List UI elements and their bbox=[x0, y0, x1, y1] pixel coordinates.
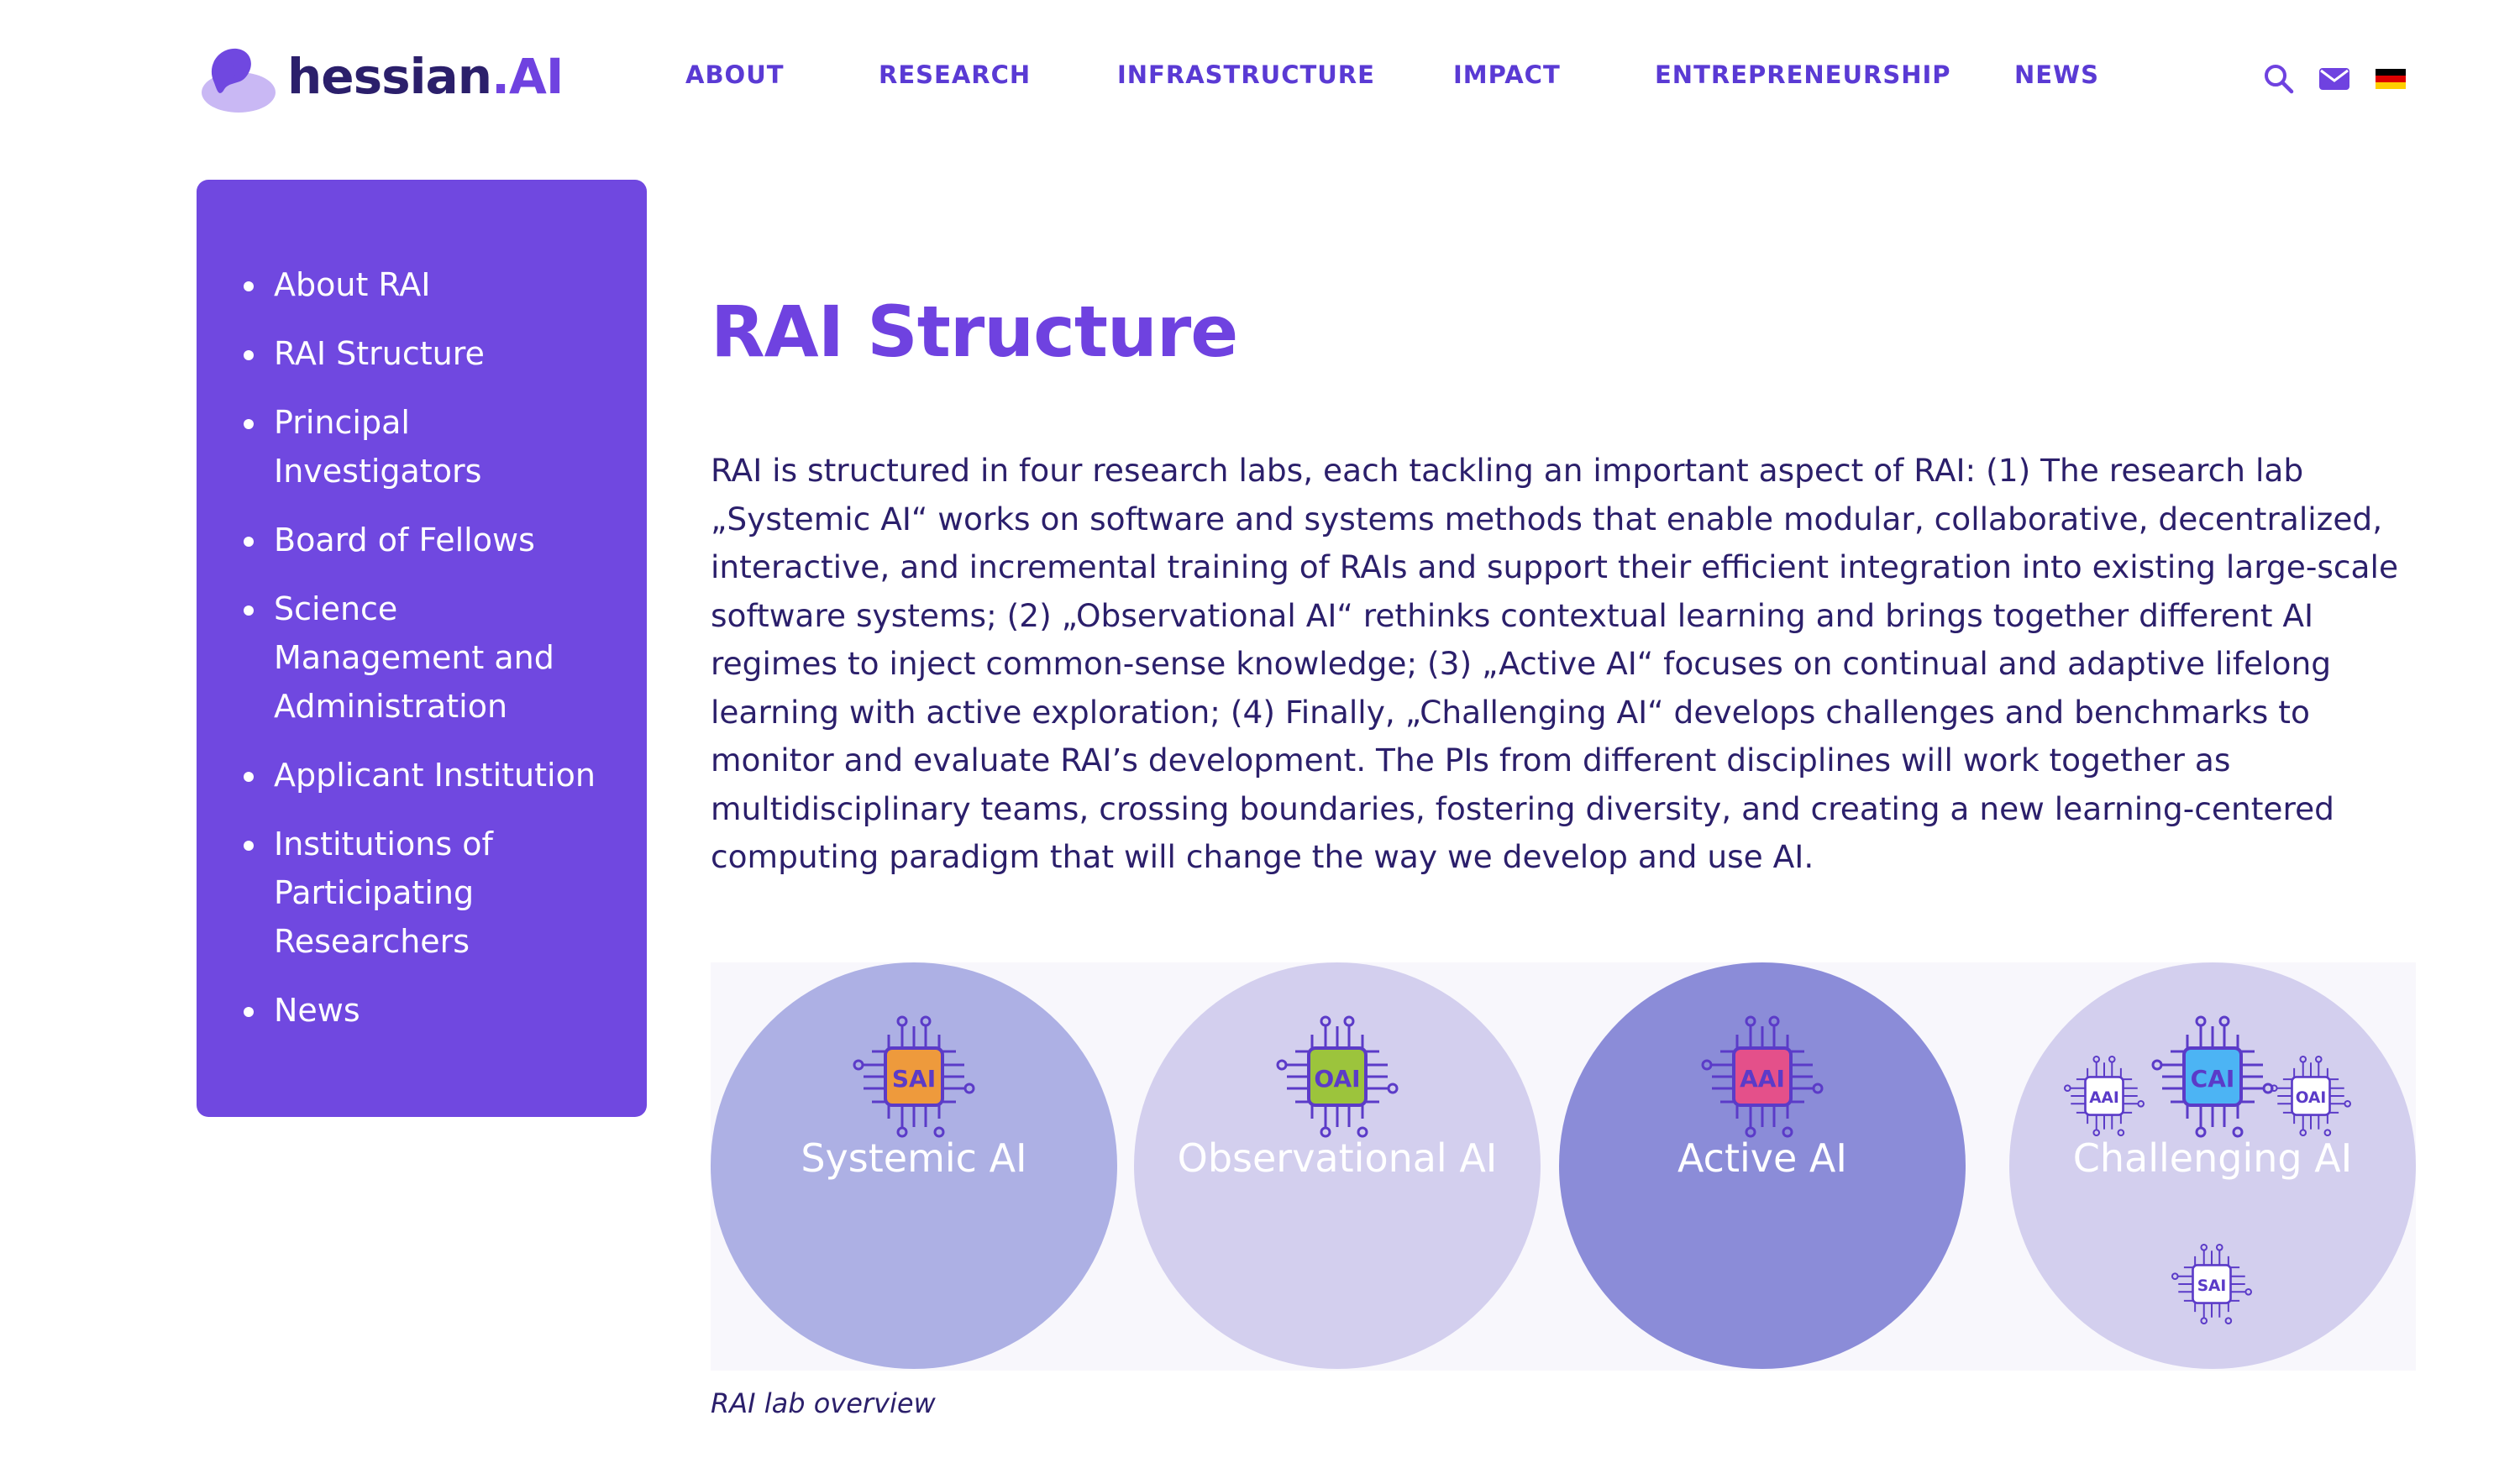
site-header: hessian.AI ABOUT RESEARCH INFRASTRUCTURE… bbox=[0, 0, 2520, 160]
brand-logo[interactable]: hessian.AI bbox=[195, 39, 564, 114]
chip-label: OAI bbox=[2296, 1089, 2327, 1107]
small-sai-chip-icon: SAI bbox=[2171, 1243, 2253, 1325]
brand-name: hessian.AI bbox=[287, 48, 564, 105]
lab-label-challenging-ai: Challenging AI bbox=[2072, 1135, 2353, 1181]
nav-infrastructure[interactable]: INFRASTRUCTURE bbox=[1117, 60, 1375, 89]
german-flag-icon[interactable] bbox=[2376, 60, 2406, 97]
lab-label-systemic-ai: Systemic AI bbox=[801, 1135, 1027, 1181]
main-content: RAI Structure RAI is structured in four … bbox=[711, 286, 2419, 882]
chip-label: SAI bbox=[2197, 1277, 2227, 1295]
sidebar-nav: About RAI RAI Structure Principal Invest… bbox=[197, 180, 647, 1117]
sidebar-item-applicant-institution[interactable]: Applicant Institution bbox=[244, 751, 622, 800]
search-icon[interactable] bbox=[2263, 60, 2295, 97]
sidebar-item-science-management[interactable]: Science Management and Administration bbox=[244, 585, 596, 731]
aai-chip-icon: AAI bbox=[1701, 1015, 1824, 1138]
lab-circle-active-ai: AAI Active AI bbox=[1559, 962, 1966, 1369]
page-title: RAI Structure bbox=[711, 291, 1238, 373]
lab-label-active-ai: Active AI bbox=[1677, 1135, 1847, 1181]
chip-label: OAI bbox=[1314, 1065, 1360, 1093]
cai-chip-icon: CAI bbox=[2151, 1015, 2274, 1138]
lab-circle-systemic-ai: SAI Systemic AI bbox=[711, 962, 1117, 1369]
chip-label: AAI bbox=[1740, 1065, 1785, 1093]
nav-research[interactable]: RESEARCH bbox=[879, 60, 1031, 89]
sidebar-item-about-rai[interactable]: About RAI bbox=[244, 260, 622, 309]
lab-circle-challenging-ai: CAI AAI OAI SAI Challenging AI bbox=[2009, 962, 2416, 1369]
nav-about[interactable]: ABOUT bbox=[685, 60, 785, 89]
nav-news[interactable]: NEWS bbox=[2014, 60, 2099, 89]
mail-icon[interactable] bbox=[2318, 60, 2350, 97]
chip-label: SAI bbox=[892, 1065, 936, 1093]
sidebar-item-board-of-fellows[interactable]: Board of Fellows bbox=[244, 516, 622, 564]
sai-chip-icon: SAI bbox=[853, 1015, 975, 1138]
chip-label: AAI bbox=[2089, 1089, 2119, 1107]
oai-chip-icon: OAI bbox=[1276, 1015, 1399, 1138]
figure-caption: RAI lab overview bbox=[711, 1387, 936, 1419]
chip-label: CAI bbox=[2191, 1065, 2235, 1093]
sidebar-item-participating-institutions[interactable]: Institutions of Participating Researcher… bbox=[244, 820, 546, 966]
intro-paragraph: RAI is structured in four research labs,… bbox=[711, 452, 2399, 875]
lab-label-observational-ai: Observational AI bbox=[1177, 1135, 1498, 1181]
small-aai-chip-icon: AAI bbox=[2063, 1055, 2145, 1137]
nav-impact[interactable]: IMPACT bbox=[1453, 60, 1561, 89]
rai-lab-overview-figure: SAI Systemic AI OAI Observational AI AAI… bbox=[711, 962, 2416, 1371]
lab-circle-observational-ai: OAI Observational AI bbox=[1134, 962, 1541, 1369]
sidebar-item-news[interactable]: News bbox=[244, 986, 622, 1035]
hessian-logo-icon bbox=[202, 48, 276, 113]
sidebar-item-principal-investigators[interactable]: Principal Investigators bbox=[244, 398, 596, 495]
small-oai-chip-icon: OAI bbox=[2270, 1055, 2352, 1137]
nav-entrepreneurship[interactable]: ENTREPRENEURSHIP bbox=[1655, 60, 1951, 89]
sidebar-item-rai-structure[interactable]: RAI Structure bbox=[244, 329, 622, 378]
